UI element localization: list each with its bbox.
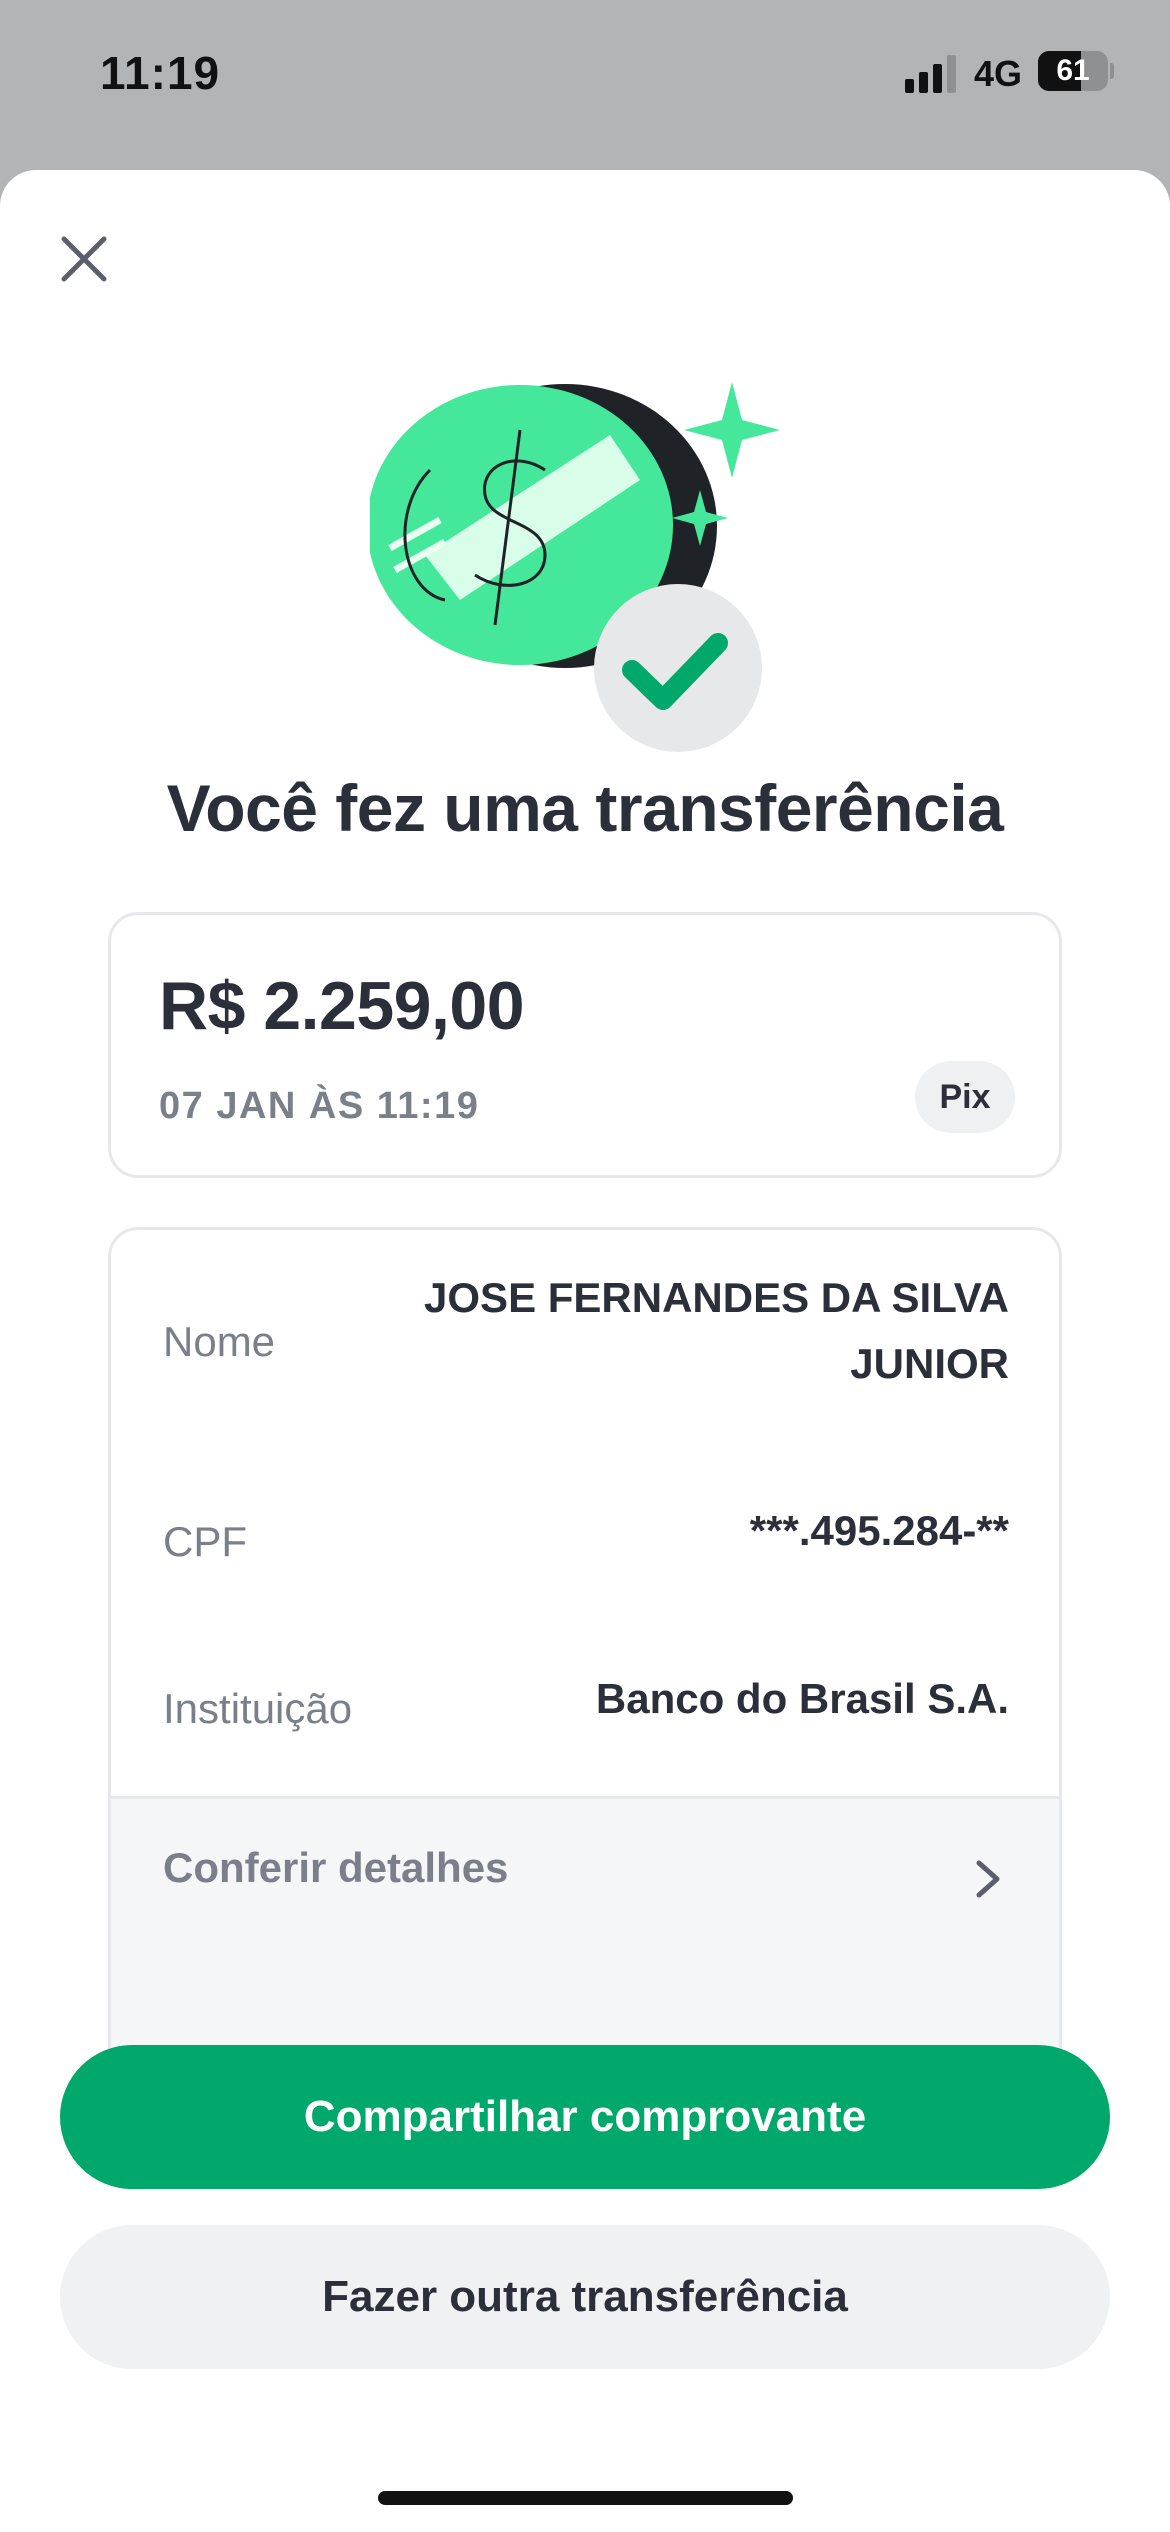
name-value-line1: JOSE FERNANDES DA SILVA [424,1274,1009,1321]
home-indicator[interactable] [378,2491,793,2505]
transfer-datetime: 07 JAN ÀS 11:19 [159,1085,480,1127]
transfer-amount: R$ 2.259,00 [159,968,525,1044]
pix-badge: Pix [915,1061,1015,1133]
page-title: Você fez uma transferência [166,771,1004,845]
new-transfer-button[interactable]: Fazer outra transferência [60,2225,1110,2369]
signal-strength-icon [905,55,956,93]
status-bar: 11:19 4G 61 [0,0,1170,170]
cpf-label: CPF [163,1518,247,1565]
name-value-line2: JUNIOR [850,1340,1009,1387]
transfer-receipt-sheet: Você fez uma transferência R$ 2.259,00 0… [0,170,1170,2532]
network-type: 4G [974,53,1023,94]
battery-icon: 61 [1038,51,1114,91]
name-label: Nome [163,1318,276,1365]
share-receipt-button[interactable]: Compartilhar comprovante [60,2045,1110,2189]
institution-label: Instituição [163,1685,353,1732]
cpf-value: ***.495.284-** [749,1507,1009,1554]
status-time: 11:19 [100,47,221,99]
view-details-label: Conferir detalhes [163,1844,509,1891]
institution-value: Banco do Brasil S.A. [595,1675,1009,1722]
name-value: JOSE FERNANDES DA SILVA JUNIOR [424,1265,1009,1397]
chevron-right-icon [976,1860,1000,1898]
recipient-details-card: Nome JOSE FERNANDES DA SILVA JUNIOR CPF … [108,1227,1062,2139]
close-icon[interactable] [50,225,118,293]
amount-card: R$ 2.259,00 07 JAN ÀS 11:19 Pix [108,912,1062,1178]
battery-level: 61 [1056,54,1090,87]
